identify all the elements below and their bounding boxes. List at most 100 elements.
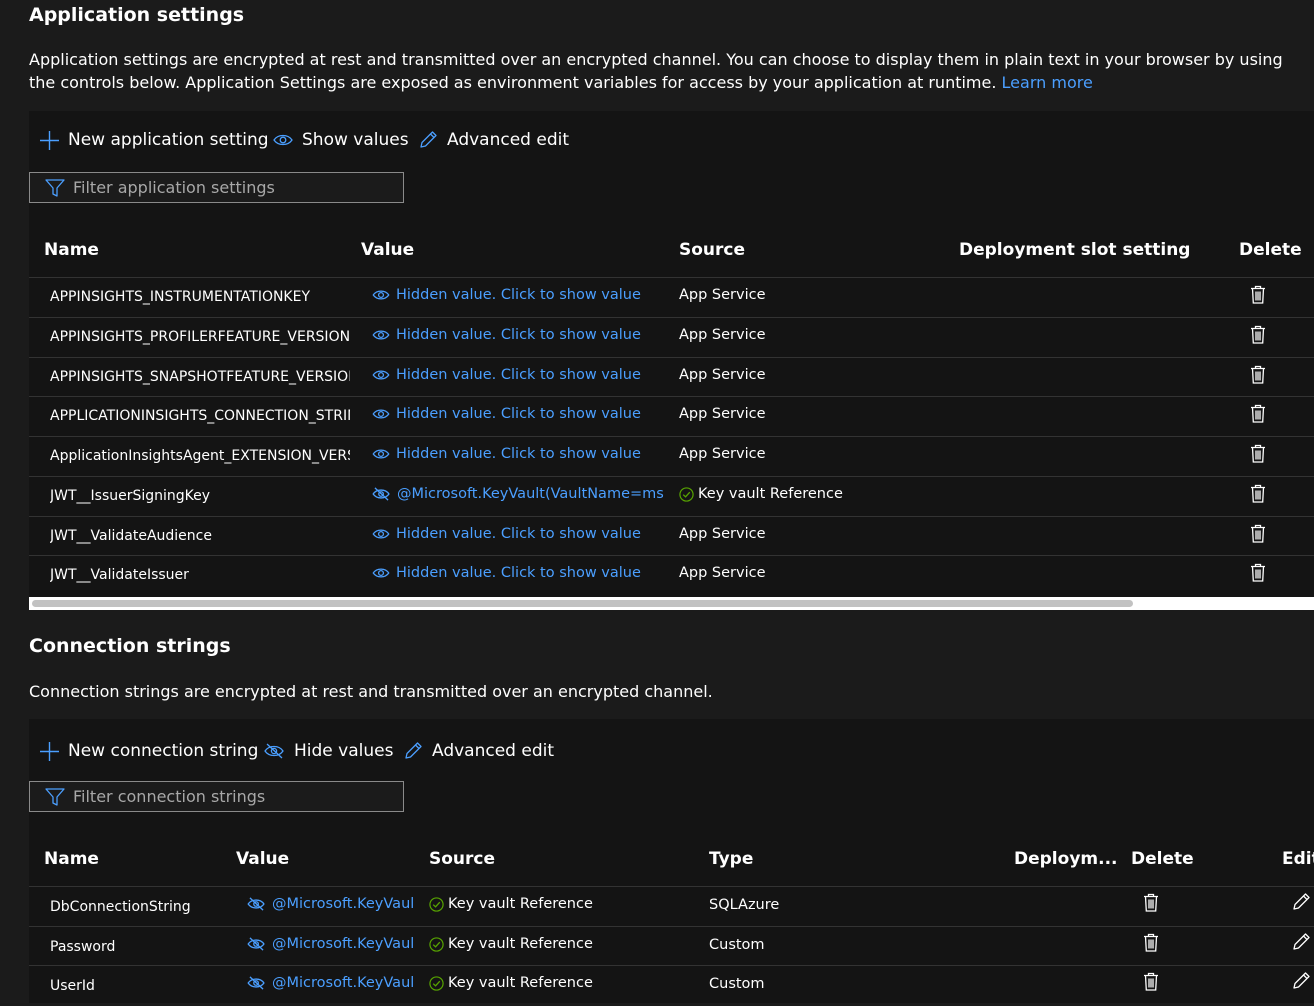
conn-col-header-edit[interactable]: Edit (1282, 849, 1314, 869)
hide-values-button[interactable]: Hide values (264, 741, 393, 761)
delete-button[interactable] (1143, 893, 1159, 916)
delete-icon (1251, 404, 1265, 423)
delete-icon (1251, 285, 1265, 304)
setting-value-link[interactable]: Hidden value. Click to show value (372, 367, 664, 383)
eye-icon (372, 449, 390, 459)
table-row: ApplicationInsightsAgent_EXTENSION_VERSI… (29, 436, 1314, 477)
delete-button[interactable] (1250, 484, 1266, 507)
learn-more-link[interactable]: Learn more (1002, 73, 1093, 92)
setting-source: App Service (679, 287, 766, 303)
advanced-edit-label: Advanced edit (447, 130, 570, 150)
setting-source: Key vault Reference (679, 486, 843, 502)
connection-type: Custom (709, 937, 765, 953)
connection-source-text: Key vault Reference (448, 896, 593, 912)
conn-strings-toolbar: New connection string Hide values Advanc… (29, 719, 1314, 774)
setting-source: App Service (679, 406, 766, 422)
delete-button[interactable] (1250, 444, 1266, 467)
filter-connection-strings-input[interactable]: Filter connection strings (29, 781, 404, 812)
delete-button[interactable] (1143, 933, 1159, 956)
col-header-delete[interactable]: Delete (1239, 240, 1302, 260)
connection-value-link[interactable]: @Microsoft.KeyVault( (247, 936, 413, 952)
setting-value-link[interactable]: Hidden value. Click to show value (372, 287, 664, 303)
table-row: JWT__ValidateAudience Hidden value. Clic… (29, 516, 1314, 557)
setting-source: App Service (679, 565, 766, 581)
connection-value-link[interactable]: @Microsoft.KeyVault( (247, 975, 413, 991)
connection-source-text: Key vault Reference (448, 975, 593, 991)
conn-col-header-name[interactable]: Name (44, 849, 99, 869)
setting-value-link[interactable]: Hidden value. Click to show value (372, 406, 664, 422)
connection-strings-description: Connection strings are encrypted at rest… (29, 682, 713, 701)
new-application-setting-button[interactable]: New application setting (40, 130, 269, 150)
delete-icon (1251, 365, 1265, 384)
eye-hide-icon (247, 937, 265, 951)
app-settings-toolbar: New application setting Show values Adva… (29, 111, 1314, 166)
connection-value-link[interactable]: @Microsoft.KeyVault( (247, 896, 413, 912)
setting-name: ApplicationInsightsAgent_EXTENSION_VERSI… (50, 448, 350, 464)
eye-hide-icon (247, 976, 265, 990)
conn-col-header-value[interactable]: Value (236, 849, 289, 869)
delete-button[interactable] (1250, 325, 1266, 348)
setting-source-text: App Service (679, 367, 766, 383)
setting-source-text: App Service (679, 327, 766, 343)
horizontal-scrollbar[interactable] (29, 597, 1314, 610)
setting-value-link[interactable]: Hidden value. Click to show value (372, 327, 664, 343)
conn-col-header-deployment[interactable]: Deploym... (1014, 849, 1118, 869)
setting-name: APPLICATIONINSIGHTS_CONNECTION_STRIN (50, 408, 350, 424)
setting-value-link[interactable]: @Microsoft.KeyVault(VaultName=mshov (372, 486, 664, 502)
col-header-deployment-slot-setting[interactable]: Deployment slot setting (959, 240, 1190, 260)
edit-button[interactable] (1291, 971, 1311, 995)
col-header-name[interactable]: Name (44, 240, 99, 260)
conn-advanced-edit-button[interactable]: Advanced edit (403, 741, 554, 761)
table-row: APPLICATIONINSIGHTS_CONNECTION_STRIN Hid… (29, 396, 1314, 437)
setting-source-text: App Service (679, 565, 766, 581)
delete-button[interactable] (1250, 524, 1266, 547)
setting-name: APPINSIGHTS_PROFILERFEATURE_VERSION (50, 329, 350, 345)
new-connection-string-label: New connection string (68, 741, 259, 761)
setting-source: App Service (679, 327, 766, 343)
pencil-icon (1293, 893, 1310, 910)
conn-col-header-delete[interactable]: Delete (1131, 849, 1194, 869)
delete-button[interactable] (1250, 404, 1266, 427)
connection-value-text: @Microsoft.KeyVault( (272, 936, 413, 952)
setting-value-link[interactable]: Hidden value. Click to show value (372, 446, 664, 462)
setting-value-link[interactable]: Hidden value. Click to show value (372, 565, 664, 581)
check-circle-icon (429, 896, 444, 912)
delete-button[interactable] (1143, 972, 1159, 995)
table-row: APPINSIGHTS_SNAPSHOTFEATURE_VERSION Hidd… (29, 357, 1314, 398)
new-connection-string-button[interactable]: New connection string (40, 741, 258, 761)
setting-value-link[interactable]: Hidden value. Click to show value (372, 526, 664, 542)
table-row: JWT__IssuerSigningKey @Microsoft.KeyVaul… (29, 476, 1314, 517)
setting-source-text: App Service (679, 526, 766, 542)
col-header-source[interactable]: Source (679, 240, 745, 260)
pencil-icon (1293, 933, 1310, 950)
delete-button[interactable] (1250, 563, 1266, 586)
filter-application-settings-input[interactable]: Filter application settings (29, 172, 404, 203)
edit-button[interactable] (1291, 892, 1311, 916)
eye-icon (372, 568, 390, 578)
advanced-edit-button[interactable]: Advanced edit (418, 130, 569, 150)
show-values-button[interactable]: Show values (273, 130, 409, 150)
conn-col-header-type[interactable]: Type (709, 849, 753, 869)
filter-icon (45, 178, 65, 197)
filter-connection-strings-placeholder: Filter connection strings (73, 787, 266, 806)
setting-source-text: App Service (679, 287, 766, 303)
setting-source: App Service (679, 446, 766, 462)
filter-application-settings-placeholder: Filter application settings (73, 178, 275, 197)
table-row: DbConnectionString @Microsoft.KeyVault( … (29, 886, 1314, 927)
connection-name: DbConnectionString (50, 899, 191, 915)
delete-button[interactable] (1250, 365, 1266, 388)
setting-source-text: Key vault Reference (698, 486, 843, 502)
scrollbar-thumb[interactable] (32, 600, 1133, 607)
setting-value-text: @Microsoft.KeyVault(VaultName=mshov (397, 486, 664, 502)
col-header-value[interactable]: Value (361, 240, 414, 260)
table-row: APPINSIGHTS_INSTRUMENTATIONKEY Hidden va… (29, 277, 1314, 318)
delete-icon (1144, 972, 1158, 991)
connection-source: Key vault Reference (429, 896, 593, 912)
table-row: UserId @Microsoft.KeyVault( Key vault Re… (29, 965, 1314, 1006)
edit-button[interactable] (1291, 932, 1311, 956)
new-application-setting-label: New application setting (68, 130, 269, 150)
conn-col-header-source[interactable]: Source (429, 849, 495, 869)
delete-button[interactable] (1250, 285, 1266, 308)
setting-value-text: Hidden value. Click to show value (396, 327, 641, 343)
check-circle-icon (679, 486, 694, 502)
